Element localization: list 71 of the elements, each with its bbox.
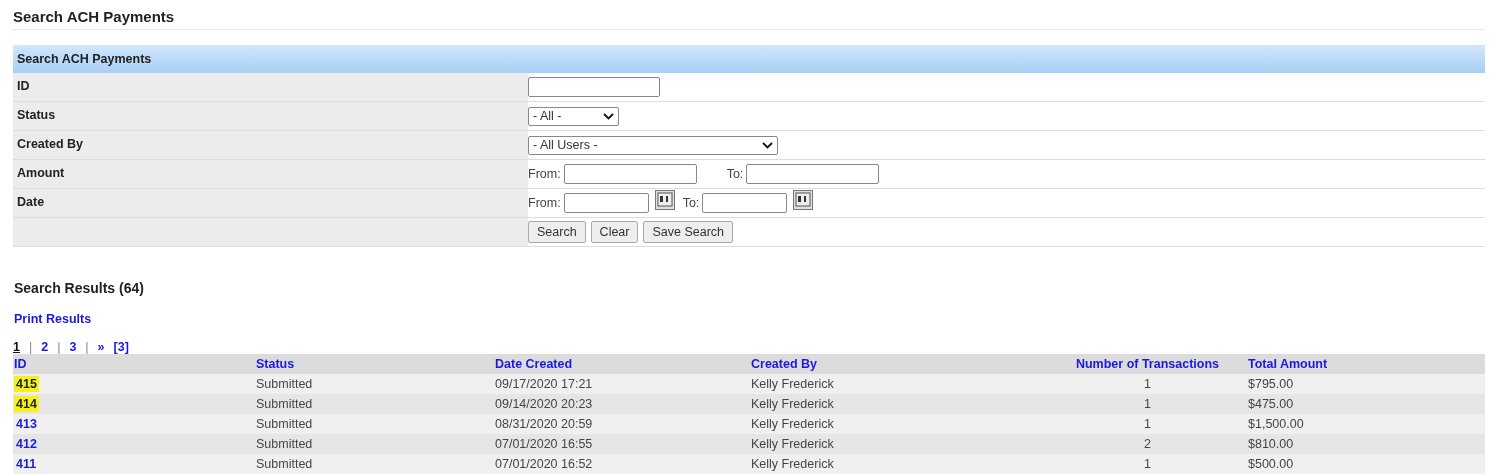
column-header[interactable]: Created By (750, 354, 1047, 374)
page-link[interactable]: [3] (113, 340, 129, 354)
table-cell: Kelly Frederick (750, 434, 1047, 454)
table-cell: Kelly Frederick (750, 394, 1047, 414)
calendar-icon[interactable] (793, 190, 814, 210)
amount-from-field[interactable] (563, 164, 697, 184)
page-link[interactable]: 1 (13, 340, 20, 354)
amount-to-field[interactable] (746, 164, 880, 184)
table-cell: 1 (1047, 394, 1247, 414)
page-separator: | (57, 340, 61, 354)
table-cell: $500.00 (1247, 454, 1485, 474)
table-cell: 1 (1047, 374, 1247, 394)
field-label: Date (13, 189, 528, 217)
table-cell: 2 (1047, 434, 1247, 454)
table-cell: $1,500.00 (1247, 414, 1485, 434)
table-cell: Kelly Frederick (750, 374, 1047, 394)
dropdown-field[interactable]: - All Users - (528, 135, 778, 155)
form-button[interactable]: Clear (590, 221, 639, 243)
id-link[interactable]: 413 (14, 416, 39, 432)
table-cell: $810.00 (1247, 434, 1485, 454)
field-label: Amount (13, 160, 528, 188)
id-link[interactable]: 412 (14, 436, 39, 452)
table-cell: 09/14/2020 20:23 (494, 394, 750, 414)
form-button[interactable]: Search (528, 221, 586, 243)
form-button[interactable]: Save Search (643, 221, 734, 243)
page-title: Search ACH Payments (13, 8, 1485, 30)
field-label: From: (528, 167, 561, 181)
print-link[interactable]: Print Results (14, 312, 92, 326)
page-separator: | (85, 340, 89, 354)
date-to-field[interactable] (702, 193, 788, 213)
table-cell: 07/01/2020 16:52 (494, 454, 750, 474)
column-header[interactable]: Date Created (494, 354, 750, 374)
field-label: From: (528, 196, 561, 210)
id-field[interactable] (528, 77, 660, 97)
section-title: Search Results (64) (14, 280, 145, 296)
field-label: To: (726, 167, 744, 181)
column-header[interactable]: ID (13, 354, 255, 374)
table-cell: 1 (1047, 454, 1247, 474)
table-cell: Kelly Frederick (750, 414, 1047, 434)
field-label: Status (13, 102, 528, 130)
table-cell: $475.00 (1247, 394, 1485, 414)
table-cell: Submitted (255, 434, 494, 454)
table-cell: Submitted (255, 394, 494, 414)
page-separator: | (28, 340, 33, 354)
table-cell: $795.00 (1247, 374, 1485, 394)
page-link[interactable]: 3 (69, 340, 77, 354)
page-link[interactable]: » (97, 340, 105, 354)
calendar-icon[interactable] (654, 190, 675, 210)
table-cell: 07/01/2020 16:55 (494, 434, 750, 454)
table-cell: 09/17/2020 17:21 (494, 374, 750, 394)
id-link[interactable]: 411 (14, 456, 39, 472)
table-cell: 1 (1047, 414, 1247, 434)
page-link[interactable]: 2 (41, 340, 49, 354)
field-label: To: (682, 196, 700, 210)
id-link[interactable]: 414 (14, 396, 39, 412)
table-cell: Submitted (255, 454, 494, 474)
chevron-icon (762, 141, 773, 149)
chevron-icon (603, 112, 614, 120)
field-label: ID (13, 73, 528, 101)
table-cell: Submitted (255, 414, 494, 434)
table-cell: Submitted (255, 374, 494, 394)
date-from-field[interactable] (563, 193, 649, 213)
column-header[interactable]: Number of Transactions (1047, 354, 1247, 374)
field-label: Created By (13, 131, 528, 159)
form-header: Search ACH Payments (13, 45, 1485, 73)
table-cell: Kelly Frederick (750, 454, 1047, 474)
column-header[interactable]: Status (255, 354, 494, 374)
column-header[interactable]: Total Amount (1247, 354, 1485, 374)
table-cell: 08/31/2020 20:59 (494, 414, 750, 434)
id-link[interactable]: 415 (14, 376, 39, 392)
dropdown-field[interactable]: - All - (528, 106, 619, 126)
